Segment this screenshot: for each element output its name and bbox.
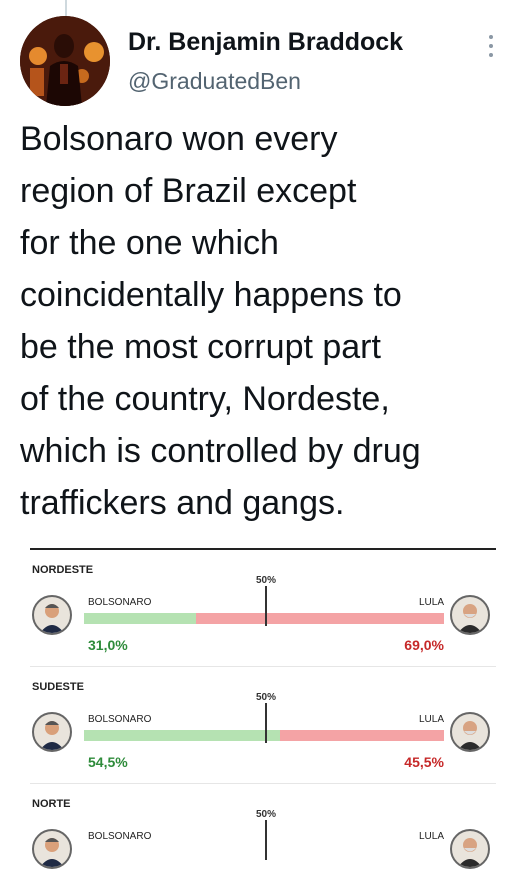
more-vertical-icon[interactable] — [484, 32, 498, 62]
tweet-text-line: of the country, Nordeste, — [20, 380, 390, 418]
tweet-text-line: for the one which — [20, 224, 279, 262]
region-name: NORTE — [32, 798, 71, 810]
lula-photo — [450, 712, 490, 752]
avatar-image — [20, 16, 110, 106]
right-percentage: 45,5% — [404, 754, 444, 770]
bolsonaro-photo — [32, 595, 72, 635]
bolsonaro-photo — [32, 712, 72, 752]
tweet-text-line: be the most corrupt part — [20, 328, 381, 366]
midpoint-marker — [265, 703, 267, 743]
election-results-image[interactable]: NORDESTE 50% BOLSONARO LULA 31,0% 69,0% … — [30, 548, 496, 891]
tweet-text-line: Bolsonaro won every — [20, 120, 338, 158]
left-share-fill — [84, 730, 281, 741]
left-candidate-label: BOLSONARO — [88, 597, 152, 608]
right-percentage: 69,0% — [404, 637, 444, 653]
region-result: SUDESTE 50% BOLSONARO LULA 54,5% 45,5% — [30, 667, 496, 784]
right-candidate-label: LULA — [418, 831, 444, 842]
midpoint-label: 50% — [256, 692, 277, 703]
region-name: SUDESTE — [32, 681, 84, 693]
author-name[interactable]: Dr. Benjamin Braddock — [128, 28, 403, 57]
left-candidate-label: BOLSONARO — [88, 831, 152, 842]
left-percentage: 54,5% — [88, 754, 128, 770]
right-candidate-label: LULA — [418, 597, 444, 608]
left-share-fill — [84, 613, 196, 624]
region-result: NORTE 50% BOLSONARO LULA — [30, 784, 496, 891]
tweet-text-line: region of Brazil except — [20, 172, 357, 210]
midpoint-marker — [265, 586, 267, 626]
avatar[interactable] — [20, 16, 110, 106]
midpoint-label: 50% — [256, 575, 277, 586]
lula-photo — [450, 829, 490, 869]
vote-share-bar — [84, 730, 444, 741]
thread-connector-line — [65, 0, 67, 16]
author-handle[interactable]: @GraduatedBen — [128, 68, 301, 95]
tweet-text-line: which is controlled by drug — [20, 432, 421, 470]
tweet-text-line: coincidentally happens to — [20, 276, 402, 314]
midpoint-marker — [265, 820, 267, 860]
tweet-text: Bolsonaro won every region of Brazil exc… — [20, 113, 515, 529]
region-name: NORDESTE — [32, 564, 94, 576]
lula-photo — [450, 595, 490, 635]
bolsonaro-photo — [32, 829, 72, 869]
midpoint-label: 50% — [256, 809, 277, 820]
vote-share-bar — [84, 613, 444, 624]
left-candidate-label: BOLSONARO — [88, 714, 152, 725]
right-candidate-label: LULA — [418, 714, 444, 725]
region-result: NORDESTE 50% BOLSONARO LULA 31,0% 69,0% — [30, 550, 496, 667]
tweet-text-line: traffickers and gangs. — [20, 484, 345, 522]
left-percentage: 31,0% — [88, 637, 128, 653]
